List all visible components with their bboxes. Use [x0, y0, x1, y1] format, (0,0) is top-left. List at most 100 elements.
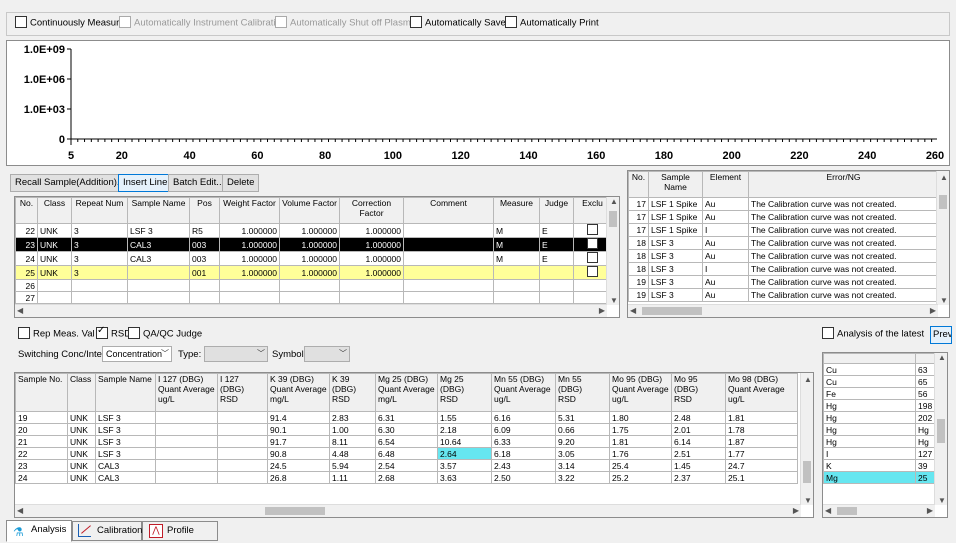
- rep-meas-checkbox[interactable]: Rep Meas. Val: [18, 327, 95, 340]
- sample-col-header[interactable]: Repeat Num: [71, 197, 128, 224]
- table-cell[interactable]: 39: [915, 459, 936, 472]
- table-row[interactable]: 26: [15, 279, 612, 292]
- table-cell[interactable]: 0.66: [555, 423, 610, 436]
- table-cell[interactable]: 5.31: [555, 411, 610, 424]
- table-cell[interactable]: 6.54: [375, 435, 438, 448]
- table-cell[interactable]: [71, 279, 128, 292]
- table-cell[interactable]: LSF 3: [648, 288, 703, 302]
- table-cell[interactable]: 90.8: [267, 447, 330, 460]
- table-cell[interactable]: [217, 459, 268, 472]
- table-row[interactable]: 18 LSF 3 I The Calibration curve was not cr…: [628, 262, 939, 276]
- table-cell[interactable]: Hg: [915, 423, 936, 436]
- table-cell[interactable]: The Calibration curve was not created.: [748, 236, 939, 250]
- scroll-left-icon[interactable]: ◀: [17, 506, 23, 515]
- table-cell[interactable]: LSF 1 Spike: [648, 197, 703, 211]
- results-table-vscroll[interactable]: ▲ ▼: [800, 373, 813, 505]
- table-cell[interactable]: M: [493, 223, 540, 238]
- table-cell[interactable]: [155, 411, 218, 424]
- table-cell[interactable]: I: [823, 447, 916, 460]
- table-row[interactable]: 17 LSF 1 Spike I The Calibration curve was …: [628, 223, 939, 237]
- table-cell[interactable]: E: [539, 237, 574, 252]
- table-cell[interactable]: LSF 3: [95, 435, 156, 448]
- table-cell[interactable]: 23: [15, 459, 68, 472]
- table-cell[interactable]: 90.1: [267, 423, 330, 436]
- table-cell[interactable]: UNK: [37, 237, 72, 252]
- table-cell[interactable]: 18: [628, 236, 649, 250]
- scroll-up-icon[interactable]: ▲: [940, 173, 948, 182]
- results-col-header[interactable]: I 127 (DBG) RSD: [217, 373, 268, 412]
- table-cell[interactable]: [155, 435, 218, 448]
- table-cell[interactable]: [127, 291, 190, 304]
- table-cell[interactable]: [403, 251, 494, 266]
- results-col-header[interactable]: Class: [67, 373, 96, 412]
- table-cell[interactable]: 1.81: [725, 411, 798, 424]
- table-cell[interactable]: LSF 3: [648, 262, 703, 276]
- table-cell[interactable]: 1.000000: [219, 265, 280, 280]
- table-cell[interactable]: Hg: [915, 435, 936, 448]
- table-cell[interactable]: [155, 471, 218, 484]
- table-cell[interactable]: 21: [15, 435, 68, 448]
- table-cell[interactable]: [189, 279, 220, 292]
- exclude-checkbox[interactable]: [587, 238, 598, 249]
- table-row[interactable]: 21 UNK LSF 3 91.7 8.11 6.54 10.64 6.33 9.20 1.81 6…: [15, 435, 798, 448]
- type-select[interactable]: ﹀: [204, 346, 268, 362]
- table-cell[interactable]: [539, 265, 574, 280]
- table-cell[interactable]: Au: [702, 236, 749, 250]
- table-cell[interactable]: [279, 291, 340, 304]
- table-cell[interactable]: I: [702, 223, 749, 237]
- table-cell[interactable]: 2.54: [375, 459, 438, 472]
- prev-button[interactable]: Prev: [930, 326, 952, 344]
- sample-table-vscroll[interactable]: ▲ ▼: [606, 197, 619, 305]
- results-col-header[interactable]: Sample Name: [95, 373, 156, 412]
- table-cell[interactable]: 6.30: [375, 423, 438, 436]
- scroll-up-icon[interactable]: ▲: [610, 197, 618, 206]
- table-cell[interactable]: LSF 3: [648, 236, 703, 250]
- sample-col-header[interactable]: No.: [15, 197, 38, 224]
- table-cell[interactable]: UNK: [37, 223, 72, 238]
- table-cell[interactable]: CAL3: [95, 471, 156, 484]
- table-cell[interactable]: LSF 3: [648, 249, 703, 263]
- table-cell[interactable]: The Calibration curve was not created.: [748, 288, 939, 302]
- sample-col-header[interactable]: Weight Factor: [219, 197, 280, 224]
- table-cell[interactable]: 2.64: [437, 447, 492, 460]
- table-cell[interactable]: 1.00: [329, 423, 376, 436]
- table-cell[interactable]: E: [539, 251, 574, 266]
- table-cell[interactable]: CAL3: [127, 237, 190, 252]
- table-cell[interactable]: 3.14: [555, 459, 610, 472]
- table-row[interactable]: 18 LSF 3 Au The Calibration curve was not c…: [628, 249, 939, 263]
- table-cell[interactable]: [493, 265, 540, 280]
- table-cell[interactable]: 17: [628, 197, 649, 211]
- table-cell[interactable]: 6.48: [375, 447, 438, 460]
- continuously-measure-checkbox[interactable]: Continuously Measure: [15, 16, 125, 29]
- table-cell[interactable]: 3.22: [555, 471, 610, 484]
- switching-select[interactable]: Concentration ﹀: [102, 346, 172, 362]
- table-cell[interactable]: UNK: [67, 411, 96, 424]
- table-cell[interactable]: [403, 291, 494, 304]
- table-cell[interactable]: 17: [628, 210, 649, 224]
- table-cell[interactable]: M: [493, 251, 540, 266]
- table-cell[interactable]: 9.20: [555, 435, 610, 448]
- table-cell[interactable]: 5.94: [329, 459, 376, 472]
- sample-col-header[interactable]: Comment: [403, 197, 494, 224]
- table-cell[interactable]: 19: [628, 288, 649, 302]
- table-cell[interactable]: 1.000000: [339, 237, 404, 252]
- table-cell[interactable]: 25.2: [609, 471, 672, 484]
- table-row[interactable]: 23 UNK CAL3 24.5 5.94 2.54 3.57 2.43 3.14 25.4 1.4…: [15, 459, 798, 472]
- table-row[interactable]: Hg Hg: [823, 435, 936, 448]
- table-cell[interactable]: 1.80: [609, 411, 672, 424]
- table-cell[interactable]: R5: [189, 223, 220, 238]
- table-cell[interactable]: Hg: [823, 435, 916, 448]
- table-cell[interactable]: CAL3: [127, 251, 190, 266]
- results-col-header[interactable]: Mo 98 (DBG) Quant Average ug/L: [725, 373, 798, 412]
- table-cell[interactable]: 19: [15, 411, 68, 424]
- table-cell[interactable]: 2.83: [329, 411, 376, 424]
- table-cell[interactable]: LSF 3: [127, 223, 190, 238]
- table-cell[interactable]: 1.55: [437, 411, 492, 424]
- scroll-left-icon[interactable]: ◀: [630, 306, 636, 315]
- table-row[interactable]: 19 LSF 3 Au The Calibration curve was not c…: [628, 275, 939, 289]
- table-cell[interactable]: 2.18: [437, 423, 492, 436]
- table-cell[interactable]: UNK: [37, 265, 72, 280]
- table-cell[interactable]: Au: [702, 249, 749, 263]
- results-col-header[interactable]: K 39 (DBG) RSD: [329, 373, 376, 412]
- table-cell[interactable]: Au: [702, 275, 749, 289]
